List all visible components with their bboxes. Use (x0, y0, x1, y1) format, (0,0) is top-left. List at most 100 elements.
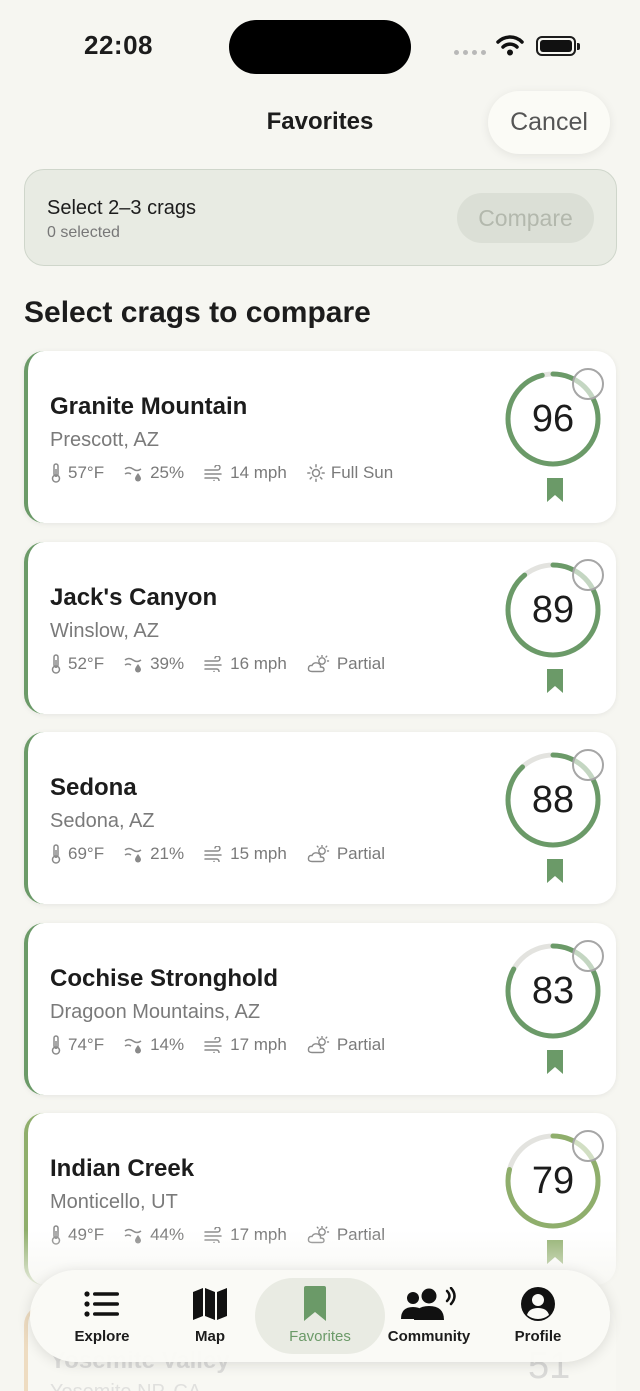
compare-button[interactable]: Compare (457, 193, 594, 243)
crag-location: Dragoon Mountains, AZ (50, 1001, 261, 1023)
conditions-row: 52°F 39% 16 mph Partial (50, 654, 405, 674)
humidity-stat: 39% (124, 654, 184, 674)
tab-bar: Explore Map Favorites Community Profile (30, 1270, 610, 1362)
humidity-icon (124, 847, 142, 863)
temperature-stat: 57°F (50, 463, 104, 483)
wind-value: 16 mph (230, 654, 287, 673)
crag-name: Cochise Stronghold (50, 965, 278, 992)
wind-value: 14 mph (230, 463, 287, 482)
temperature-stat: 52°F (50, 654, 104, 674)
tab-label: Explore (74, 1328, 130, 1345)
bookmark-icon[interactable] (546, 858, 564, 884)
partly-cloudy-icon (307, 1036, 330, 1054)
wind-stat: 14 mph (204, 463, 287, 483)
sun-stat: Partial (307, 1035, 385, 1055)
conditions-row: 57°F 25% 14 mph Full Sun (50, 463, 413, 483)
tab-label: Map (195, 1328, 225, 1345)
humidity-icon (124, 466, 142, 482)
crag-card[interactable]: Granite Mountain Prescott, AZ 57°F 25% 14 mp… (24, 351, 616, 523)
conditions-row: 74°F 14% 17 mph Partial (50, 1035, 405, 1055)
status-bar: 22:08 (0, 0, 640, 90)
bookmark-icon (304, 1286, 326, 1321)
profile-icon (521, 1287, 555, 1321)
tab-label: Profile (514, 1328, 562, 1345)
sun-value: Full Sun (330, 463, 394, 482)
wind-icon (204, 656, 222, 672)
select-checkbox[interactable] (572, 559, 604, 591)
temperature-stat: 74°F (50, 1035, 104, 1055)
select-checkbox[interactable] (572, 368, 604, 400)
crag-name: Sedona (50, 774, 137, 801)
selection-instructions: Select 2–3 crags (47, 197, 196, 219)
crag-card[interactable]: Sedona Sedona, AZ 69°F 21% 15 mph Partial 88 (24, 732, 616, 904)
tab-label: Community (387, 1328, 471, 1345)
bookmark-icon[interactable] (546, 1049, 564, 1075)
sun-stat: Partial (307, 654, 385, 674)
humidity-stat: 21% (124, 844, 184, 864)
map-icon (193, 1288, 227, 1320)
thermometer-icon (51, 654, 61, 674)
temperature-value: 57°F (68, 463, 105, 482)
selection-banner: Select 2–3 crags 0 selected Compare (24, 169, 617, 266)
sun-icon (306, 464, 325, 482)
crag-name: Granite Mountain (50, 393, 248, 420)
thermometer-icon (51, 844, 61, 864)
humidity-value: 14% (150, 1035, 185, 1054)
wind-icon (204, 465, 222, 481)
tab-favorites[interactable]: Favorites (255, 1278, 385, 1354)
crag-card[interactable]: Cochise Stronghold Dragoon Mountains, AZ 7… (24, 923, 616, 1095)
humidity-icon (124, 657, 142, 673)
partly-cloudy-icon (307, 655, 330, 673)
list-icon (84, 1291, 119, 1317)
sun-stat: Partial (307, 844, 385, 864)
tab-profile[interactable]: Profile (478, 1270, 598, 1362)
sun-value: Partial (336, 654, 386, 673)
wind-icon (204, 846, 222, 862)
humidity-value: 25% (150, 463, 185, 482)
crag-location: Yosemite NP, CA (50, 1381, 201, 1391)
wind-icon (204, 1037, 222, 1053)
temperature-stat: 69°F (50, 844, 104, 864)
wind-value: 17 mph (230, 1035, 287, 1054)
section-title: Select crags to compare (24, 296, 371, 329)
humidity-value: 21% (150, 844, 185, 863)
selection-count: 0 selected (47, 224, 120, 241)
select-checkbox[interactable] (572, 749, 604, 781)
tab-map[interactable]: Map (150, 1270, 270, 1362)
battery-icon (536, 36, 580, 56)
select-checkbox[interactable] (572, 940, 604, 972)
select-checkbox[interactable] (572, 1130, 604, 1162)
bookmark-icon[interactable] (546, 668, 564, 694)
crag-location: Monticello, UT (50, 1191, 178, 1213)
cellular-signal-icon (454, 50, 486, 55)
crag-location: Sedona, AZ (50, 810, 155, 832)
crag-card[interactable]: Jack's Canyon Winslow, AZ 52°F 39% 16 mph Par… (24, 542, 616, 714)
wind-stat: 16 mph (204, 654, 287, 674)
bookmark-icon[interactable] (546, 477, 564, 503)
status-time: 22:08 (84, 30, 153, 60)
humidity-value: 39% (150, 654, 185, 673)
sun-value: Partial (336, 844, 386, 863)
tab-community[interactable]: Community (369, 1270, 489, 1362)
community-icon (401, 1287, 456, 1320)
humidity-icon (124, 1038, 142, 1054)
temperature-value: 52°F (68, 654, 105, 673)
temperature-value: 74°F (68, 1035, 105, 1054)
temperature-value: 69°F (68, 844, 105, 863)
thermometer-icon (51, 463, 61, 483)
crag-name: Jack's Canyon (50, 584, 218, 611)
conditions-row: 69°F 21% 15 mph Partial (50, 844, 405, 864)
thermometer-icon (51, 1035, 61, 1055)
wind-stat: 17 mph (204, 1035, 287, 1055)
tab-explore[interactable]: Explore (42, 1270, 162, 1362)
cancel-button[interactable]: Cancel (488, 91, 610, 154)
humidity-stat: 14% (124, 1035, 184, 1055)
wind-value: 15 mph (230, 844, 287, 863)
tab-label: Favorites (289, 1328, 351, 1345)
humidity-stat: 25% (124, 463, 184, 483)
sun-value: Partial (336, 1035, 386, 1054)
wifi-icon (496, 35, 524, 56)
wind-stat: 15 mph (204, 844, 287, 864)
crag-name: Indian Creek (50, 1155, 195, 1182)
partly-cloudy-icon (307, 845, 330, 863)
